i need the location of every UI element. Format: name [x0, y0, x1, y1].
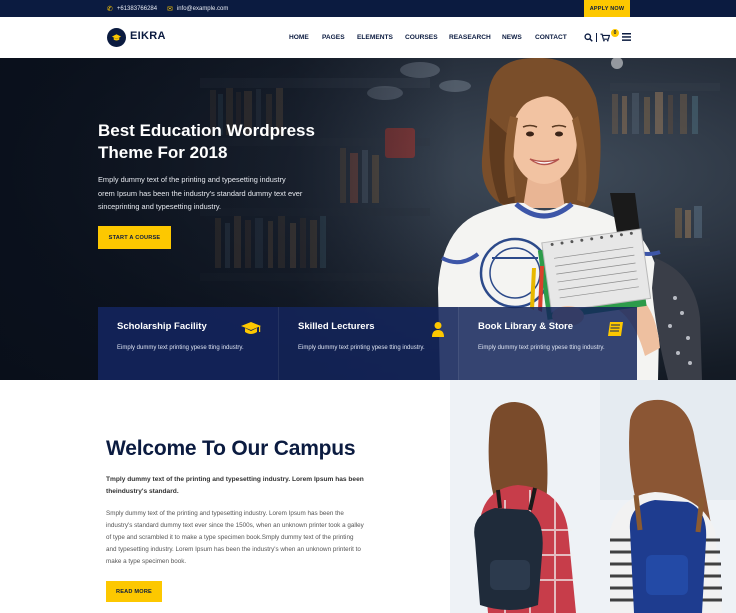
hero-banner: Best Education Wordpress Theme For 2018 …	[0, 58, 736, 380]
feature-title: Skilled Lecturers	[298, 321, 375, 332]
feature-text: Eimply dummy text printing ypese tting i…	[298, 345, 425, 351]
nav-item-courses[interactable]: COURSES	[405, 34, 438, 41]
hero-description: Emply dummy text of the printing and typ…	[98, 173, 338, 214]
hero-title: Best Education Wordpress Theme For 2018	[98, 120, 348, 164]
mail-icon: ✉	[167, 5, 173, 13]
apply-now-button[interactable]: APPLY NOW	[584, 0, 630, 17]
nav-item-pages[interactable]: PAGES	[322, 34, 345, 41]
welcome-title: Welcome To Our Campus	[106, 437, 356, 460]
nav-item-news[interactable]: NEWS	[502, 34, 522, 41]
main-navigation: EIKRA HOME PAGES ELEMENTS COURSES REASEA…	[0, 17, 736, 58]
read-more-button[interactable]: READ MORE	[106, 581, 162, 602]
hamburger-menu-icon[interactable]	[622, 33, 631, 41]
feature-text: Eimply dummy text printing ypese tting i…	[117, 345, 244, 351]
phone-icon: ✆	[107, 5, 113, 13]
phone-number: +61383766284	[116, 5, 158, 12]
nav-item-elements[interactable]: ELEMENTS	[357, 34, 393, 41]
nav-item-contact[interactable]: CONTACT	[535, 34, 567, 41]
nav-divider	[596, 33, 597, 42]
start-course-button[interactable]: START A COURSE	[98, 226, 171, 249]
cart-count-badge: 0	[611, 29, 619, 37]
top-bar: ✆ +61383766284 ✉ info@example.com APPLY …	[0, 0, 736, 17]
hero-text-line-1: Emply dummy text of the printing and typ…	[98, 175, 286, 184]
graduation-cap-icon	[241, 322, 261, 334]
cart-icon[interactable]	[600, 33, 610, 42]
nav-item-research[interactable]: REASEARCH	[449, 34, 491, 41]
search-icon[interactable]	[584, 33, 593, 42]
feature-card-scholarship[interactable]: Scholarship Facility Eimply dummy text p…	[98, 307, 278, 380]
brand-name[interactable]: EIKRA	[130, 30, 166, 42]
hero-title-line-1: Best Education Wordpress	[98, 121, 315, 140]
book-icon	[608, 322, 623, 336]
nav-item-home[interactable]: HOME	[289, 34, 309, 41]
campus-students-image	[450, 380, 736, 613]
feature-text: Eimply dummy text printing ypese tting i…	[478, 345, 605, 351]
email-address: info@example.com	[176, 5, 229, 12]
welcome-lead-text: Tmply dummy text of the printing and typ…	[106, 476, 364, 495]
hero-text-line-2: orem Ipsum has been the industry's stand…	[98, 188, 303, 198]
phone-contact[interactable]: ✆ +61383766284	[107, 0, 157, 17]
feature-card-lecturers[interactable]: Skilled Lecturers Eimply dummy text prin…	[278, 307, 458, 380]
feature-title: Book Library & Store	[478, 321, 574, 332]
hero-text-line-3: sinceprinting and typesetting industry.	[98, 202, 222, 211]
welcome-body-text: Smply dummy text of the printing and typ…	[106, 510, 364, 565]
feature-card-library[interactable]: Book Library & Store Eimply dummy text p…	[458, 307, 637, 380]
hero-title-line-2: Theme For 2018	[98, 143, 228, 162]
email-contact[interactable]: ✉ info@example.com	[167, 0, 228, 17]
logo-icon[interactable]	[107, 28, 126, 47]
feature-title: Scholarship Facility	[117, 321, 207, 332]
user-icon	[432, 322, 444, 337]
